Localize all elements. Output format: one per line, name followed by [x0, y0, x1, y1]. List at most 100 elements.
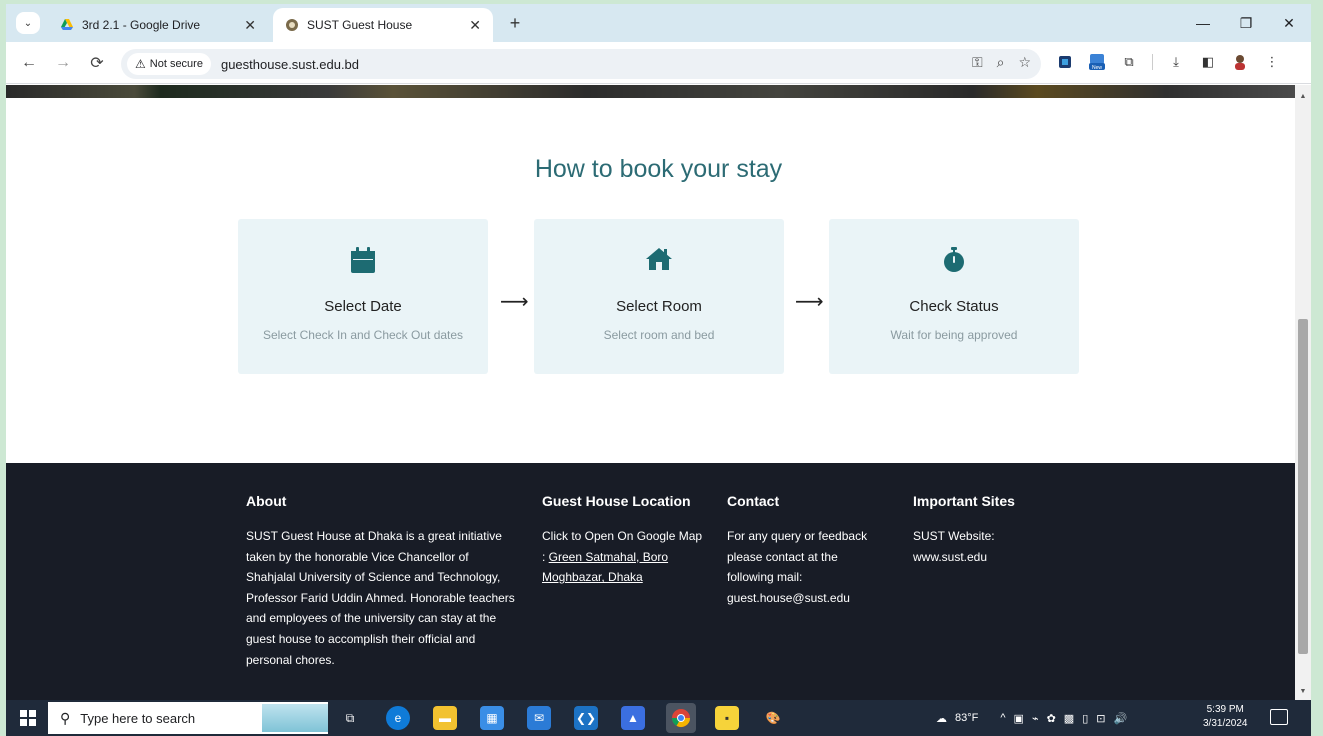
sticky-notes-icon[interactable]: ▪	[715, 706, 739, 730]
calendar-icon	[238, 247, 488, 273]
tray-app-icon[interactable]: ⌁	[1032, 712, 1039, 725]
profile-avatar[interactable]	[1231, 53, 1249, 71]
step-title: Check Status	[909, 298, 999, 315]
security-label: Not secure	[149, 58, 203, 70]
puzzle-extensions-icon[interactable]: ⧉	[1120, 53, 1138, 71]
omnibox-actions: ⚿ ⌕ ☆	[972, 54, 1031, 71]
google-map-link[interactable]: Green Satmahal, Boro Moghbazar, Dhaka	[542, 550, 668, 585]
windows-taskbar: ⚲ Type here to search ⧉ e ▬ ▦ ✉ ❮❯ ▲ ▪ 🎨…	[6, 700, 1311, 736]
tab-search-button[interactable]: ⌄	[16, 12, 40, 34]
extensions-area: New ⧉ ⤓ ◧ ⋮	[1056, 53, 1281, 71]
google-drive-icon	[61, 19, 73, 30]
download-icon[interactable]: ⤓	[1167, 53, 1185, 71]
step-description: Select room and bed	[603, 328, 715, 342]
windows-start-icon[interactable]	[20, 710, 36, 726]
page-viewport: How to book your stay Select Date Select…	[6, 85, 1295, 700]
system-tray: ☁ 83°F ^ ▣ ⌁ ✿ ▩ ▯ ⊡ 🔊	[936, 700, 1127, 736]
tab-google-drive[interactable]: 3rd 2.1 - Google Drive ✕	[48, 8, 268, 42]
bookmark-star-icon[interactable]: ☆	[1018, 54, 1031, 71]
file-explorer-icon[interactable]: ▬	[433, 706, 457, 730]
forward-button[interactable]: →	[52, 52, 74, 74]
chrome-icon[interactable]	[666, 703, 696, 733]
scroll-down-arrow-icon[interactable]: ▼	[1295, 684, 1311, 698]
step-title: Select Date	[324, 298, 402, 315]
security-chip[interactable]: ⚠ Not secure	[127, 53, 211, 75]
close-icon[interactable]: ✕	[469, 17, 481, 34]
footer-heading: Important Sites	[913, 493, 1015, 509]
tray-app-icon[interactable]: ▩	[1064, 712, 1074, 725]
search-placeholder: Type here to search	[80, 710, 196, 726]
step-description: Select Check In and Check Out dates	[262, 328, 464, 342]
password-key-icon[interactable]: ⚿	[972, 54, 983, 71]
step-card-select-room: Select Room Select room and bed	[534, 219, 784, 374]
mail-icon[interactable]: ✉	[527, 706, 551, 730]
footer-heading: About	[246, 493, 287, 509]
footer-heading: Contact	[727, 493, 780, 509]
toolbar-divider	[1152, 54, 1153, 70]
footer-contact: Contact For any query or feedback please…	[727, 490, 887, 608]
back-button[interactable]: ←	[18, 52, 40, 74]
extension-icon[interactable]	[1056, 53, 1074, 71]
new-badge: New	[1092, 65, 1102, 71]
side-panel-icon[interactable]: ◧	[1199, 53, 1217, 71]
tray-app-icon[interactable]: ✿	[1047, 712, 1056, 725]
section-title: How to book your stay	[534, 155, 783, 183]
new-extension-icon[interactable]: New	[1088, 53, 1106, 71]
restore-button[interactable]: ❐	[1231, 12, 1261, 34]
weather-temperature[interactable]: 83°F	[955, 712, 978, 724]
hero-image-strip	[6, 85, 1295, 98]
network-icon[interactable]: ⊡	[1096, 712, 1105, 725]
close-window-button[interactable]: ✕	[1274, 12, 1304, 34]
weather-cloud-icon[interactable]: ☁	[936, 712, 947, 725]
scroll-thumb[interactable]	[1298, 319, 1308, 654]
site-footer: About SUST Guest House at Dhaka is a gre…	[6, 463, 1295, 700]
paint-icon[interactable]: 🎨	[761, 706, 785, 730]
home-icon	[534, 247, 784, 273]
new-tab-button[interactable]: +	[504, 12, 526, 34]
stopwatch-icon	[829, 247, 1079, 273]
step-card-select-date: Select Date Select Check In and Check Ou…	[238, 219, 488, 374]
browser-toolbar: ← → ⟳ ⚠ Not secure guesthouse.sust.edu.b…	[6, 42, 1311, 84]
minimize-button[interactable]: —	[1188, 12, 1218, 34]
battery-icon[interactable]: ▯	[1082, 712, 1088, 725]
tray-app-icon[interactable]: ▣	[1014, 712, 1024, 725]
step-description: Wait for being approved	[890, 328, 1018, 342]
search-icon: ⚲	[60, 709, 71, 726]
page-scrollbar[interactable]: ▲ ▼	[1295, 85, 1311, 700]
step-title: Select Room	[616, 298, 702, 315]
edge-icon[interactable]: e	[386, 706, 410, 730]
zoom-icon[interactable]: ⌕	[997, 54, 1005, 71]
browser-window: ⌄ 3rd 2.1 - Google Drive ✕ SUST Guest Ho…	[6, 4, 1311, 700]
clock-time: 5:39 PM	[1206, 704, 1244, 715]
volume-icon[interactable]: 🔊	[1113, 712, 1127, 725]
close-icon[interactable]: ✕	[244, 17, 256, 34]
scroll-up-arrow-icon[interactable]: ▲	[1295, 89, 1311, 103]
chevron-up-icon[interactable]: ^	[1000, 712, 1005, 724]
address-bar[interactable]: ⚠ Not secure guesthouse.sust.edu.bd ⚿ ⌕ …	[121, 49, 1041, 79]
search-highlight-image	[262, 704, 328, 732]
notification-icon[interactable]	[1270, 709, 1288, 725]
footer-location: Guest House Location Click to Open On Go…	[542, 490, 707, 588]
photos-icon[interactable]: ▲	[621, 706, 645, 730]
step-arrow: ⟶	[500, 291, 529, 313]
tab-title: 3rd 2.1 - Google Drive	[82, 18, 201, 32]
taskbar-search-input[interactable]: ⚲ Type here to search	[48, 702, 328, 734]
reload-button[interactable]: ⟳	[86, 52, 108, 74]
footer-sites-text: SUST Website: www.sust.edu	[913, 529, 995, 564]
clock-date: 3/31/2024	[1203, 718, 1248, 729]
store-icon[interactable]: ▦	[480, 706, 504, 730]
url-text[interactable]: guesthouse.sust.edu.bd	[221, 57, 359, 72]
vscode-icon[interactable]: ❮❯	[574, 706, 598, 730]
chevron-down-icon: ⌄	[23, 17, 33, 29]
footer-heading: Guest House Location	[542, 493, 691, 509]
footer-important-sites: Important Sites SUST Website: www.sust.e…	[913, 490, 1063, 567]
footer-about-text: SUST Guest House at Dhaka is a great ini…	[246, 529, 515, 667]
footer-contact-text: For any query or feedback please contact…	[727, 529, 868, 605]
tab-title: SUST Guest House	[307, 18, 413, 32]
step-arrow: ⟶	[795, 291, 824, 313]
task-view-icon[interactable]: ⧉	[338, 706, 362, 730]
menu-kebab-icon[interactable]: ⋮	[1263, 53, 1281, 71]
sust-logo-icon	[286, 19, 298, 31]
taskbar-clock[interactable]: 5:39 PM 3/31/2024	[1203, 703, 1248, 731]
tab-sust-guest-house[interactable]: SUST Guest House ✕	[273, 8, 493, 42]
